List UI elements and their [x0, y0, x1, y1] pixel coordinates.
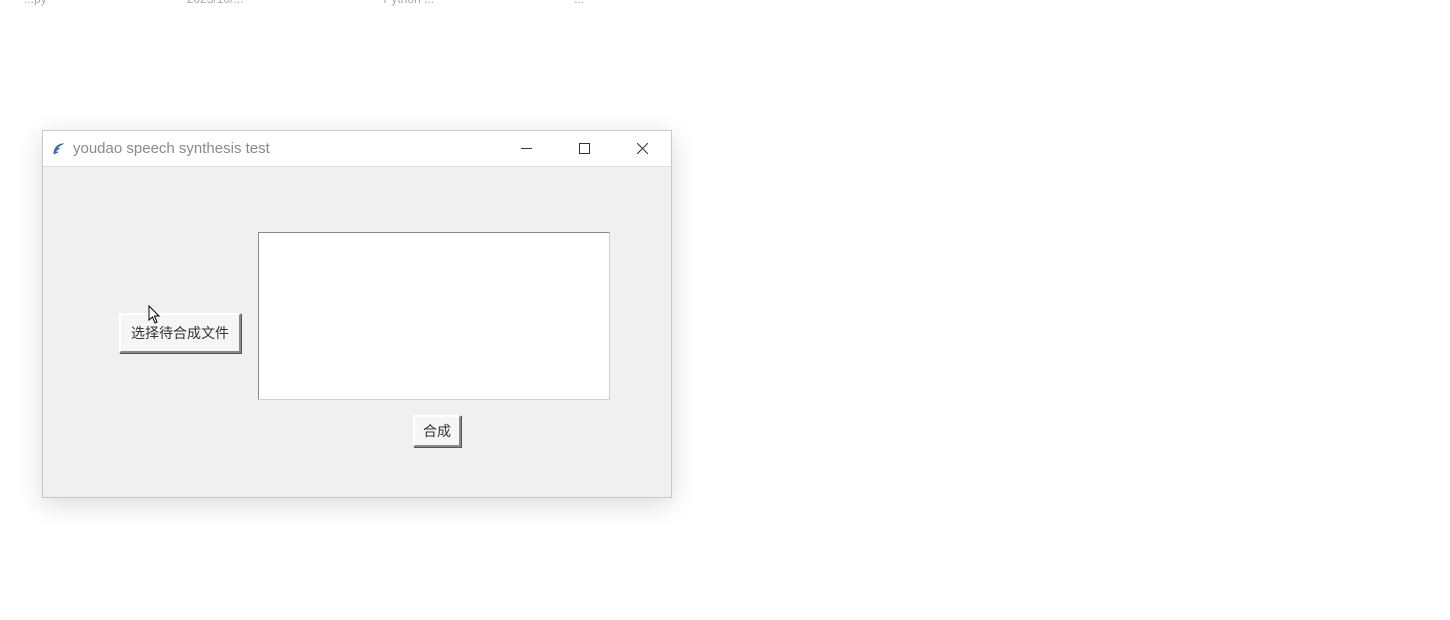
- window-title: youdao speech synthesis test: [73, 140, 497, 157]
- client-area: 选择待合成文件 合成: [43, 167, 671, 497]
- synthesis-text-input[interactable]: [258, 232, 610, 400]
- bg-col-date: 2023/10/...: [187, 0, 244, 6]
- bg-col-name: ...py: [24, 0, 47, 6]
- synthesize-button[interactable]: 合成: [413, 415, 461, 447]
- select-file-button[interactable]: 选择待合成文件: [119, 313, 241, 353]
- close-button[interactable]: [613, 131, 671, 166]
- app-window: youdao speech synthesis test 选择待合成文件 合成: [42, 130, 672, 498]
- titlebar[interactable]: youdao speech synthesis test: [43, 131, 671, 167]
- bg-col-type: Python ...: [383, 0, 434, 6]
- window-controls: [497, 131, 671, 166]
- explorer-background-row: ...py 2023/10/... Python ... ...: [0, 0, 1450, 6]
- feather-icon: [51, 141, 67, 157]
- minimize-button[interactable]: [497, 131, 555, 166]
- bg-col-size: ...: [574, 0, 584, 6]
- maximize-button[interactable]: [555, 131, 613, 166]
